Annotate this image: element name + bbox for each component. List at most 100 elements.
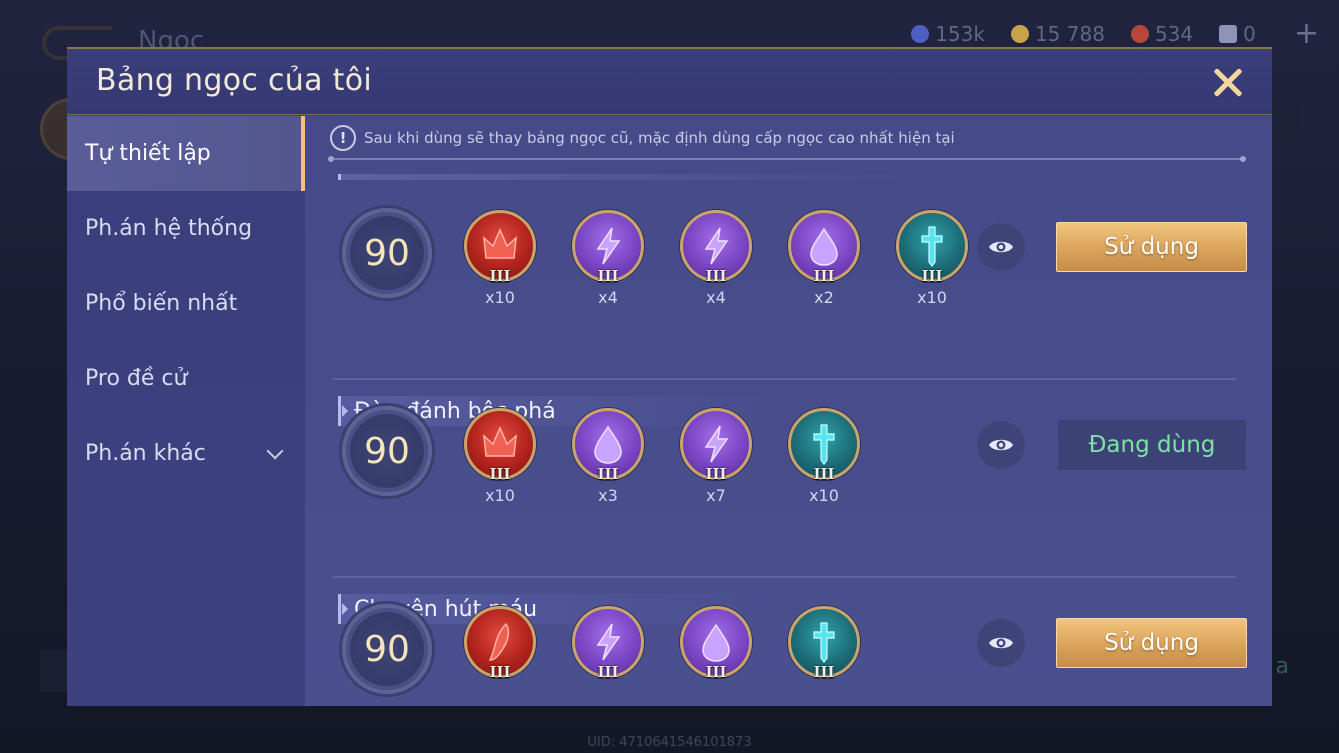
exclamation-icon: ! bbox=[330, 125, 356, 151]
background-text: a bbox=[1275, 654, 1289, 679]
rune-gem[interactable]: III x4 bbox=[679, 210, 753, 307]
gem-count: x10 bbox=[917, 288, 947, 307]
add-currency-icon[interactable]: + bbox=[1294, 19, 1319, 49]
sidebar-item-pro[interactable]: Pro đề cử bbox=[67, 341, 305, 416]
rune-gem[interactable]: III bbox=[571, 606, 645, 681]
currency-blue-coin: 153k bbox=[911, 22, 985, 46]
currency-ticket: 0 bbox=[1219, 22, 1256, 46]
sidebar-item-label: Ph.án khác bbox=[85, 441, 206, 466]
divider bbox=[333, 378, 1236, 380]
gem-count: x10 bbox=[809, 486, 839, 505]
currency-gold-coin: 15 788 bbox=[1010, 22, 1105, 46]
currency-value: 0 bbox=[1243, 22, 1256, 46]
setup-row: 90 III III III III Sử dụng bbox=[305, 604, 1272, 704]
gem-tier: III bbox=[597, 663, 619, 681]
gem-tier: III bbox=[597, 267, 619, 285]
rune-gem[interactable]: III x10 bbox=[895, 210, 969, 307]
notice-text: Sau khi dùng sẽ thay bảng ngọc cũ, mặc đ… bbox=[364, 129, 955, 147]
level-badge: 90 bbox=[342, 208, 432, 298]
gem-count: x3 bbox=[598, 486, 618, 505]
gem-count: x10 bbox=[485, 486, 515, 505]
rune-gem[interactable]: III bbox=[463, 606, 537, 681]
drop-rune-icon bbox=[702, 623, 730, 662]
currency-value: 534 bbox=[1154, 22, 1194, 46]
sidebar-item-other[interactable]: Ph.án khác bbox=[67, 416, 305, 491]
level-badge: 90 bbox=[342, 406, 432, 496]
gem-tier: III bbox=[489, 663, 511, 681]
rune-gem[interactable]: III x7 bbox=[679, 408, 753, 505]
sword-rune-icon bbox=[921, 226, 943, 267]
uid-text: UID: 4710641546101873 bbox=[587, 735, 752, 750]
gem-tier: III bbox=[705, 267, 727, 285]
lightning-rune-icon bbox=[596, 623, 621, 661]
rune-gem[interactable]: III x10 bbox=[787, 408, 861, 505]
level-badge: 90 bbox=[342, 604, 432, 694]
gem-tier: III bbox=[813, 465, 835, 483]
gem-count: x4 bbox=[598, 288, 618, 307]
rune-setups-list[interactable]: ! Sau khi dùng sẽ thay bảng ngọc cũ, mặc… bbox=[305, 116, 1272, 706]
lightning-rune-icon bbox=[596, 227, 621, 265]
gem-count: x10 bbox=[485, 288, 515, 307]
lightning-rune-icon bbox=[704, 425, 729, 463]
gem-count: x2 bbox=[814, 288, 834, 307]
rune-gem[interactable]: III x10 bbox=[463, 408, 537, 505]
sidebar: Tự thiết lập Ph.án hệ thống Phổ biến nhấ… bbox=[67, 116, 305, 706]
sidebar-item-custom[interactable]: Tự thiết lập bbox=[67, 116, 305, 191]
in-use-button[interactable]: Đang dùng bbox=[1058, 420, 1246, 470]
close-icon[interactable] bbox=[1208, 63, 1248, 103]
crown-rune-icon bbox=[483, 228, 517, 259]
sidebar-item-popular[interactable]: Phổ biến nhất bbox=[67, 266, 305, 341]
gem-tier: III bbox=[489, 465, 511, 483]
gem-tier: III bbox=[921, 267, 943, 285]
currency-bar: 153k 15 788 534 0 + bbox=[911, 19, 1319, 49]
modal-title: Bảng ngọc của tôi bbox=[96, 63, 372, 98]
gold-coin-icon bbox=[1010, 25, 1029, 43]
preview-eye-icon[interactable] bbox=[977, 421, 1025, 469]
gem-tier: III bbox=[705, 465, 727, 483]
rune-gem[interactable]: III x2 bbox=[787, 210, 861, 307]
blue-coin-icon bbox=[911, 25, 930, 43]
setup-row: 90 III x10 III x3 III x7 III x10 Đang dù… bbox=[305, 406, 1272, 506]
divider bbox=[333, 576, 1236, 578]
sidebar-item-label: Ph.án hệ thống bbox=[85, 216, 253, 241]
rune-page-modal: Bảng ngọc của tôi Tự thiết lập Ph.án hệ … bbox=[67, 47, 1272, 706]
gem-tier: III bbox=[813, 663, 835, 681]
sidebar-item-system[interactable]: Ph.án hệ thống bbox=[67, 191, 305, 266]
sidebar-item-label: Tự thiết lập bbox=[85, 141, 211, 166]
rune-gem[interactable]: III bbox=[787, 606, 861, 681]
rune-gem[interactable]: III x4 bbox=[571, 210, 645, 307]
setup-row: 90 III x10 III x4 III x4 III x2 III x10 … bbox=[305, 208, 1272, 308]
preview-eye-icon[interactable] bbox=[977, 619, 1025, 667]
sidebar-item-label: Pro đề cử bbox=[85, 366, 188, 391]
currency-value: 15 788 bbox=[1034, 22, 1105, 46]
fang-rune-icon bbox=[488, 622, 510, 661]
chevron-down-icon bbox=[266, 442, 284, 459]
modal-header: Bảng ngọc của tôi bbox=[67, 49, 1272, 115]
use-button[interactable]: Sử dụng bbox=[1056, 222, 1247, 272]
gem-tier: III bbox=[813, 267, 835, 285]
preview-eye-icon[interactable] bbox=[977, 223, 1025, 271]
gem-tier: III bbox=[489, 267, 511, 285]
red-gem-icon bbox=[1130, 25, 1149, 43]
notice: ! Sau khi dùng sẽ thay bảng ngọc cũ, mặc… bbox=[330, 124, 955, 152]
divider bbox=[328, 156, 1246, 162]
gem-tier: III bbox=[597, 465, 619, 483]
currency-value: 153k bbox=[935, 22, 985, 46]
rune-gem[interactable]: III bbox=[679, 606, 753, 681]
gem-count: x4 bbox=[706, 288, 726, 307]
rune-gem[interactable]: III x3 bbox=[571, 408, 645, 505]
sidebar-item-label: Phổ biến nhất bbox=[85, 291, 238, 316]
ticket-icon bbox=[1219, 25, 1238, 43]
drop-rune-icon bbox=[594, 425, 622, 464]
background-panel bbox=[40, 650, 70, 692]
gem-tier: III bbox=[705, 663, 727, 681]
lightning-rune-icon bbox=[704, 227, 729, 265]
use-button[interactable]: Sử dụng bbox=[1056, 618, 1247, 668]
sword-rune-icon bbox=[813, 424, 835, 465]
sword-rune-icon bbox=[813, 622, 835, 663]
rune-gem[interactable]: III x10 bbox=[463, 210, 537, 307]
drop-rune-icon bbox=[810, 227, 838, 266]
currency-red-gem: 534 bbox=[1130, 22, 1194, 46]
crown-rune-icon bbox=[483, 426, 517, 457]
setup-header bbox=[338, 174, 908, 180]
